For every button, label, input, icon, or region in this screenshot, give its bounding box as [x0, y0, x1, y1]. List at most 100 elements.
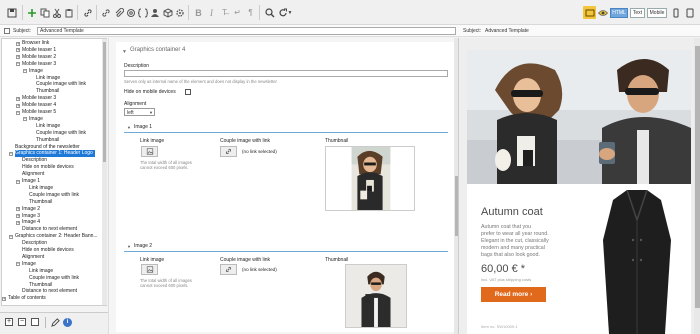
coat-image — [603, 190, 671, 334]
image2-select-image-button[interactable] — [141, 264, 158, 275]
person-icon[interactable] — [148, 6, 161, 19]
tablet-icon[interactable] — [684, 6, 695, 19]
mobile-view-button[interactable]: Mobile — [647, 8, 667, 18]
italic-icon[interactable]: I — [205, 6, 218, 19]
section-title: Graphics container 4 — [130, 47, 186, 53]
image2-thumbnail[interactable] — [345, 264, 407, 328]
collapse-all-icon[interactable]: − — [18, 318, 26, 326]
checkbox-icon[interactable] — [4, 28, 10, 34]
image1-thumbnail[interactable] — [325, 146, 415, 211]
alignment-label: Alignment — [124, 101, 147, 107]
collapse-icon[interactable]: − — [16, 262, 20, 267]
header-banner-image — [467, 50, 691, 184]
gear-icon[interactable] — [173, 6, 186, 19]
tree-toggle-icon[interactable] — [31, 318, 39, 326]
image1-size-hint-2: cannot exceed 600 pixels. — [140, 165, 189, 170]
expand-icon[interactable]: + — [16, 220, 20, 225]
image2-size-hint-2: cannot exceed 600 pixels. — [140, 283, 189, 288]
bold-icon[interactable]: B — [192, 6, 205, 19]
alignment-value: left — [127, 110, 134, 116]
image2-link-button[interactable] — [220, 264, 237, 275]
preview-subject-label: Subject: — [463, 28, 482, 34]
chevron-down-icon[interactable]: ▼ — [287, 6, 293, 19]
expand-icon[interactable]: + — [16, 103, 20, 108]
edit-icon[interactable] — [51, 318, 60, 327]
image1-link-image-label: Link image — [140, 138, 165, 144]
image2-link-status: (no link selected) — [242, 267, 277, 272]
expand-icon[interactable]: + — [16, 41, 20, 46]
image-icon — [146, 148, 153, 155]
item-number: Item no. SW10009.1 — [481, 324, 518, 329]
image1-link-button[interactable] — [220, 146, 237, 157]
expand-all-icon[interactable]: + — [5, 318, 13, 326]
collapse-icon[interactable]: − — [16, 179, 20, 184]
description-input[interactable] — [124, 70, 448, 77]
tree-scrollbar-thumb[interactable] — [103, 42, 106, 162]
image1-title: Image 1 — [134, 124, 153, 130]
subject-label: Subject: — [13, 28, 32, 34]
thumbnail-photo — [351, 147, 391, 210]
expand-icon[interactable]: + — [16, 96, 20, 101]
subject-row: Subject: Advanced Template Subject: Adva… — [0, 25, 700, 37]
description-line: bags that also look good. — [481, 252, 540, 258]
image2-title: Image 2 — [134, 243, 153, 249]
structure-tree: + Browser link + Mobile teaser 1 + Mobile tea… — [1, 38, 107, 306]
hide-mobile-label: Hide on mobile devices — [124, 89, 176, 95]
collapse-icon[interactable]: ▼ — [127, 244, 131, 249]
image-icon — [146, 266, 153, 273]
phone-icon[interactable] — [670, 6, 681, 19]
description-line: Elegant in the cut, classically — [481, 238, 549, 244]
line-break-icon[interactable]: ↵ — [231, 6, 244, 19]
image-icon[interactable] — [583, 6, 596, 19]
read-more-button[interactable]: Read more › — [481, 287, 546, 302]
save-icon[interactable] — [5, 6, 18, 19]
collapse-icon[interactable]: − — [16, 62, 20, 67]
expand-icon[interactable]: + — [16, 214, 20, 218]
description-label: Description — [124, 63, 150, 69]
paste-icon[interactable] — [62, 6, 75, 19]
description-line: prefer to wear all year round. — [481, 231, 549, 237]
preview-subject-value: Advanced Template — [485, 28, 529, 34]
collapse-icon[interactable]: − — [9, 234, 13, 239]
link-icon — [225, 266, 232, 273]
image2-couple-label: Couple image with link — [220, 257, 271, 263]
preview-panel: Autumn coat Autumn coat that you prefer … — [458, 38, 700, 334]
clear-format-icon[interactable]: T̶ — [218, 6, 231, 19]
product-heading: Autumn coat — [481, 206, 543, 218]
expand-icon[interactable]: + — [2, 296, 6, 301]
pilcrow-icon[interactable]: ¶ — [244, 6, 257, 19]
expand-icon[interactable]: + — [16, 207, 20, 212]
collapse-icon[interactable]: − — [16, 110, 20, 115]
add-icon[interactable] — [25, 6, 38, 19]
collapse-icon[interactable]: − — [9, 151, 13, 156]
product-block: Autumn coat Autumn coat that you prefer … — [467, 184, 691, 334]
search-icon[interactable] — [263, 6, 276, 19]
description-line: modern and many practical — [481, 245, 545, 251]
newsletter-preview: Autumn coat Autumn coat that you prefer … — [467, 50, 691, 334]
collapse-icon[interactable]: − — [23, 117, 27, 122]
html-view-button[interactable]: HTML — [610, 8, 628, 18]
editor-panel: ▼ Graphics container 4 Description Serve… — [108, 38, 458, 334]
expand-icon[interactable]: + — [16, 48, 20, 53]
eye-icon[interactable] — [596, 6, 609, 19]
editor-card: ▼ Graphics container 4 Description Serve… — [116, 42, 455, 332]
expand-icon[interactable]: + — [16, 55, 20, 60]
alignment-select[interactable]: left ▼ — [124, 108, 155, 116]
collapse-icon[interactable]: ▼ — [122, 49, 127, 55]
image1-link-status: (no link selected) — [242, 149, 277, 154]
collapse-icon[interactable]: − — [23, 69, 27, 74]
hide-mobile-checkbox[interactable] — [185, 89, 191, 95]
subject-input[interactable]: Advanced Template — [37, 27, 456, 35]
description-line: Autumn coat that you — [481, 224, 532, 230]
info-icon[interactable]: i — [63, 318, 72, 327]
link-icon[interactable] — [99, 6, 112, 19]
tree-item[interactable]: Table of contents — [8, 295, 46, 302]
collapse-icon[interactable]: ▼ — [127, 125, 131, 130]
image1-select-image-button[interactable] — [141, 146, 158, 157]
image2-link-image-label: Link image — [140, 257, 165, 263]
text-view-button[interactable]: Text — [630, 8, 645, 18]
preview-scrollbar-thumb[interactable] — [695, 46, 700, 308]
link-icon[interactable] — [81, 6, 94, 19]
image1-thumbnail-label: Thumbnail — [325, 138, 349, 144]
chevron-down-icon: ▼ — [149, 110, 153, 115]
